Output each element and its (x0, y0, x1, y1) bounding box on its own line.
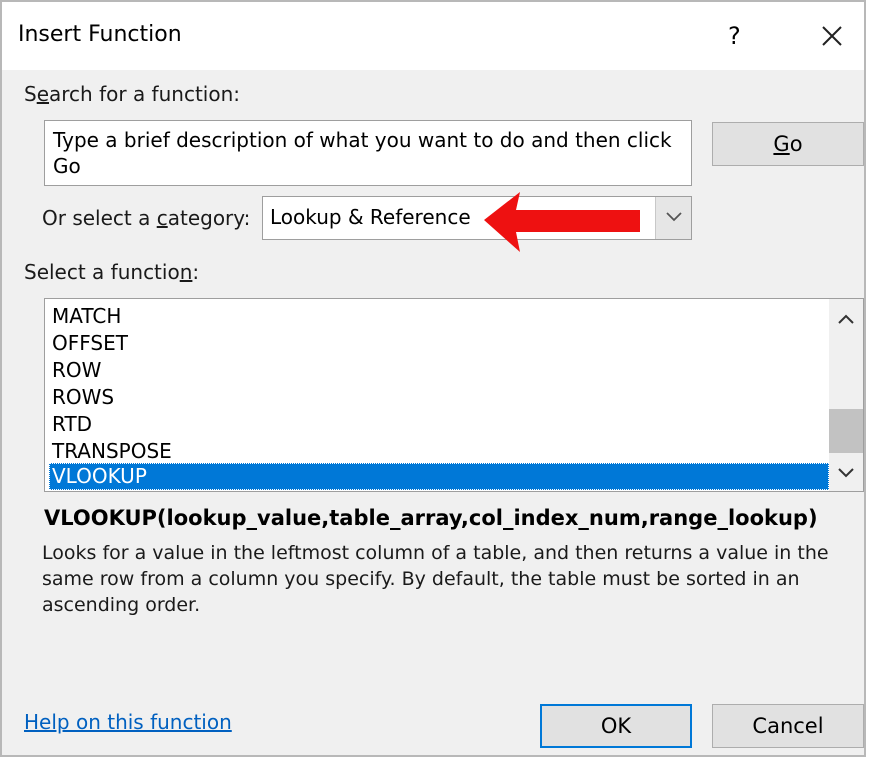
help-button[interactable]: ? (728, 22, 741, 50)
list-item[interactable]: RTD (49, 411, 829, 438)
chevron-up-icon[interactable] (837, 313, 855, 325)
chevron-down-icon[interactable] (655, 197, 691, 239)
category-label: Or select a category: (42, 206, 251, 230)
scrollbar-thumb[interactable] (829, 409, 863, 453)
list-item[interactable]: ROWS (49, 384, 829, 411)
list-scrollbar[interactable] (829, 299, 863, 491)
function-syntax: VLOOKUP(lookup_value,table_array,col_ind… (44, 506, 818, 530)
category-selected-value: Lookup & Reference (270, 205, 471, 229)
help-on-function-link[interactable]: Help on this function (24, 710, 232, 734)
ok-button[interactable]: OK (540, 704, 692, 748)
list-item[interactable]: ROW (49, 357, 829, 384)
cancel-button[interactable]: Cancel (712, 704, 864, 748)
list-item[interactable]: OFFSET (49, 330, 829, 357)
dialog-title: Insert Function (18, 22, 182, 47)
go-button[interactable]: Go (712, 122, 864, 166)
chevron-down-icon[interactable] (837, 467, 855, 479)
search-label: Search for a function: (24, 82, 240, 106)
list-item[interactable]: MATCH (49, 303, 829, 330)
close-icon[interactable] (814, 18, 850, 54)
search-input[interactable]: Type a brief description of what you wan… (44, 120, 692, 186)
title-bar: Insert Function ? (2, 2, 864, 70)
function-list-label: Select a function: (24, 260, 200, 284)
function-list[interactable]: MATCH OFFSET ROW ROWS RTD TRANSPOSE VLOO… (44, 298, 864, 492)
list-item[interactable]: TRANSPOSE (49, 438, 829, 465)
function-description: Looks for a value in the leftmost column… (42, 542, 829, 616)
red-arrow-annotation-icon (484, 192, 640, 252)
list-item-selected[interactable]: VLOOKUP (49, 463, 829, 490)
insert-function-dialog: Insert Function ? Search for a function:… (0, 0, 866, 757)
